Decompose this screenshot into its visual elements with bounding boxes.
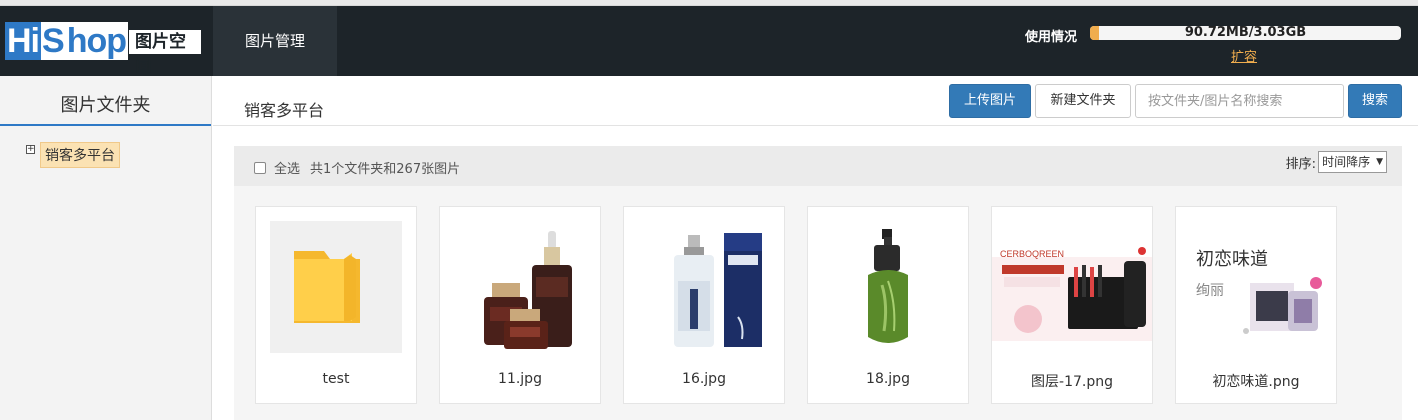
folder-sidebar: 图片文件夹 + 销客多平台 xyxy=(0,76,212,420)
new-folder-button[interactable]: 新建文件夹 xyxy=(1035,84,1131,118)
svg-text:绚丽: 绚丽 xyxy=(1196,283,1224,299)
image-thumbnail: 初恋味道 绚丽 xyxy=(1176,221,1336,353)
select-all-label[interactable]: 全选 xyxy=(274,158,300,177)
hishop-logo[interactable]: HiShop 图片空间 xyxy=(5,20,201,76)
product-image xyxy=(484,231,572,349)
logo-brand: HiShop xyxy=(5,22,128,60)
logo-subtitle: 图片空间 xyxy=(129,30,201,76)
image-panel: 全选 共1个文件夹和267张图片 排序: 时间降序 ▼ test 11.jpg … xyxy=(234,146,1402,420)
item-name: 16.jpg xyxy=(682,371,726,387)
expand-toggle-icon[interactable]: + xyxy=(26,144,35,154)
image-card[interactable]: CERBOQREEN 图层-17.png xyxy=(991,206,1153,404)
folder-card[interactable]: test xyxy=(255,206,417,404)
select-all-row: 全选 共1个文件夹和267张图片 xyxy=(254,158,460,177)
product-image xyxy=(868,229,908,343)
upload-image-button[interactable]: 上传图片 xyxy=(949,84,1031,118)
search-input[interactable] xyxy=(1135,84,1344,118)
chevron-down-icon: ▼ xyxy=(1376,157,1383,167)
logo-hi: Hi xyxy=(5,22,41,60)
tree-item-label[interactable]: 销客多平台 xyxy=(40,142,120,168)
product-image xyxy=(674,233,762,347)
sidebar-title: 图片文件夹 xyxy=(0,76,211,126)
image-card[interactable]: 初恋味道 绚丽 初恋味道.png xyxy=(1175,206,1337,404)
item-name: 图层-17.png xyxy=(1031,374,1113,390)
image-grid: test 11.jpg 16.jpg 18.jpg CERBOQREEN 图层-… xyxy=(255,206,1359,404)
item-name: test xyxy=(322,371,350,387)
image-thumbnail: CERBOQREEN xyxy=(992,221,1152,353)
expand-storage-link[interactable]: 扩容 xyxy=(1231,46,1257,65)
product-image: 初恋味道 绚丽 xyxy=(1176,221,1336,353)
svg-text:CERBOQREEN: CERBOQREEN xyxy=(1000,249,1064,259)
sort-value: 时间降序 xyxy=(1322,155,1371,169)
image-card[interactable]: 16.jpg xyxy=(623,206,785,404)
divider xyxy=(213,125,1418,126)
tree-item-root[interactable]: + 销客多平台 xyxy=(26,142,120,168)
item-summary: 共1个文件夹和267张图片 xyxy=(310,162,461,177)
folder-icon xyxy=(294,251,360,323)
usage-label: 使用情况 xyxy=(1025,30,1078,45)
usage-progress-bar: 90.72MB/3.03GB xyxy=(1090,26,1401,40)
item-name: 11.jpg xyxy=(498,371,542,387)
folder-thumbnail xyxy=(270,221,402,353)
image-thumbnail xyxy=(638,221,770,353)
image-card[interactable]: 18.jpg xyxy=(807,206,969,404)
panel-toolbar: 全选 共1个文件夹和267张图片 排序: 时间降序 ▼ xyxy=(234,146,1402,186)
image-thumbnail xyxy=(454,221,586,353)
page-title: 销客多平台 xyxy=(244,101,325,120)
item-name: 18.jpg xyxy=(866,371,910,387)
app-header: HiShop 图片空间 图片管理 使用情况 90.72MB/3.03GB 扩容 xyxy=(0,6,1418,76)
svg-text:初恋味道: 初恋味道 xyxy=(1196,248,1268,270)
image-thumbnail xyxy=(822,221,954,353)
sort-label: 排序: xyxy=(1285,156,1317,172)
item-name: 初恋味道.png xyxy=(1212,374,1300,390)
logo-hop: hop xyxy=(64,22,128,60)
product-image: CERBOQREEN xyxy=(992,247,1152,341)
sort-control: 排序: 时间降序 ▼ xyxy=(1286,151,1387,173)
image-card[interactable]: 11.jpg xyxy=(439,206,601,404)
usage-text: 90.72MB/3.03GB xyxy=(1184,26,1307,40)
search-button[interactable]: 搜索 xyxy=(1348,84,1402,118)
sort-select[interactable]: 时间降序 ▼ xyxy=(1318,151,1387,173)
tab-image-management[interactable]: 图片管理 xyxy=(213,6,337,76)
select-all-checkbox[interactable] xyxy=(254,161,266,174)
logo-s: S xyxy=(41,22,65,60)
